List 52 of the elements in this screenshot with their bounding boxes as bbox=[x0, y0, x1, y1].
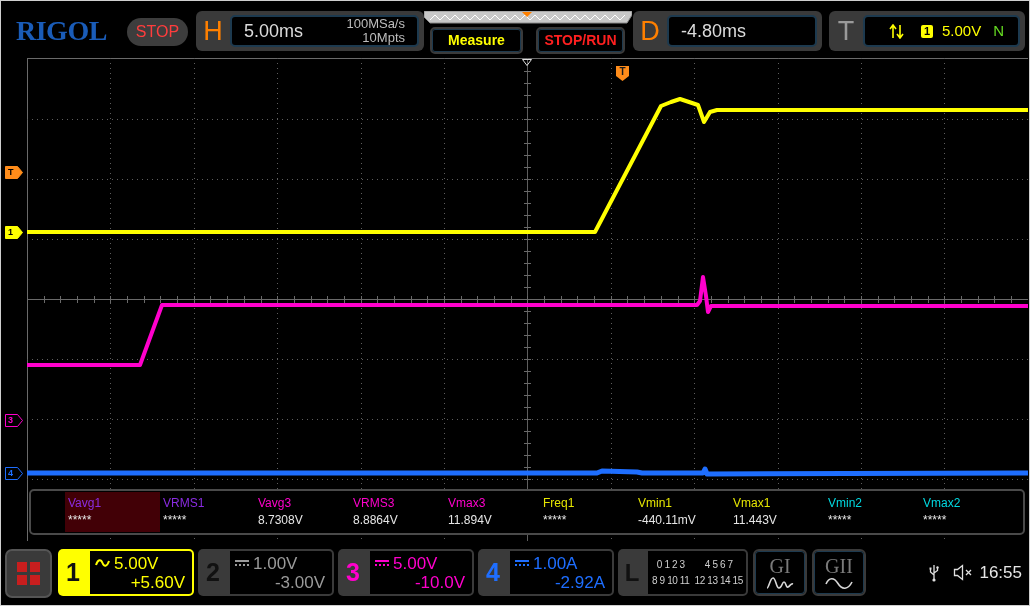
offset-reading: -3.00V bbox=[274, 572, 325, 592]
channel-marker: 1 bbox=[5, 226, 23, 239]
ac-coupling-icon bbox=[95, 559, 110, 567]
dc-coupling-icon bbox=[375, 560, 389, 566]
generator-button[interactable]: GII bbox=[812, 549, 866, 596]
logic-channel-numbers: 4 5 6 7 bbox=[703, 558, 734, 571]
scale-reading: 5.00V bbox=[114, 553, 159, 573]
usb-icon bbox=[929, 563, 940, 582]
horizontal-panel[interactable]: H 5.00ms 100MSa/s 10Mpts bbox=[196, 11, 424, 51]
sample-rate: 100MSa/s bbox=[346, 17, 405, 31]
offset-reading: +5.60V bbox=[130, 572, 185, 592]
channel-number: 4 bbox=[486, 560, 500, 585]
generator-button[interactable]: GI bbox=[753, 549, 807, 596]
panel-letter: D bbox=[639, 17, 661, 45]
scale-reading: 1.00V bbox=[253, 553, 298, 573]
up-down-arrows-icon bbox=[889, 23, 904, 39]
memory-depth: 10Mpts bbox=[362, 31, 405, 45]
panel-letter: T bbox=[836, 17, 856, 45]
logic-channel-numbers: 12 13 14 15 bbox=[694, 574, 743, 587]
run-status-indicator: STOP bbox=[127, 18, 188, 46]
scale-reading: 1.00A bbox=[533, 553, 578, 573]
panel-letter: H bbox=[202, 17, 224, 45]
sine-wave-icon bbox=[825, 576, 853, 590]
trigger-source-badge: 1 bbox=[921, 24, 933, 38]
offset-reading: -2.92A bbox=[554, 572, 605, 592]
channel-marker: 4 bbox=[5, 467, 23, 480]
arbitrary-wave-icon bbox=[766, 576, 794, 590]
trigger-panel[interactable]: T 1 5.00V N bbox=[829, 11, 1025, 51]
measure-button[interactable]: Measure bbox=[430, 27, 523, 54]
trigger-mode: N bbox=[993, 20, 1004, 41]
stop-run-button[interactable]: STOP/RUN bbox=[536, 27, 625, 54]
channel-marker: 3 bbox=[5, 414, 23, 427]
generator-label: GI bbox=[769, 555, 791, 576]
brand-logo: RIGOL bbox=[16, 17, 108, 45]
menu-grid-icon bbox=[17, 562, 40, 585]
offset-reading: -10.0V bbox=[414, 572, 465, 592]
clock-time: 16:55 bbox=[979, 561, 1022, 584]
speaker-muted-icon bbox=[953, 564, 974, 581]
logic-channel-numbers: 8 9 10 11 bbox=[652, 574, 690, 587]
timebase-value: 5.00ms bbox=[244, 19, 304, 43]
generator-label: GII bbox=[825, 555, 853, 576]
menu-button[interactable] bbox=[5, 549, 52, 598]
dc-coupling-icon bbox=[235, 560, 249, 566]
channel-number: 3 bbox=[346, 560, 360, 585]
channel-marker: T bbox=[5, 166, 23, 179]
scale-reading: 5.00V bbox=[393, 553, 438, 573]
delay-value: -4.80ms bbox=[681, 19, 747, 43]
logic-channel-numbers: 0 1 2 3 bbox=[655, 558, 686, 571]
delay-panel[interactable]: D -4.80ms bbox=[633, 11, 822, 51]
channel-number: 1 bbox=[66, 560, 80, 585]
dc-coupling-icon bbox=[515, 560, 529, 566]
trigger-level: 5.00V bbox=[942, 20, 982, 41]
